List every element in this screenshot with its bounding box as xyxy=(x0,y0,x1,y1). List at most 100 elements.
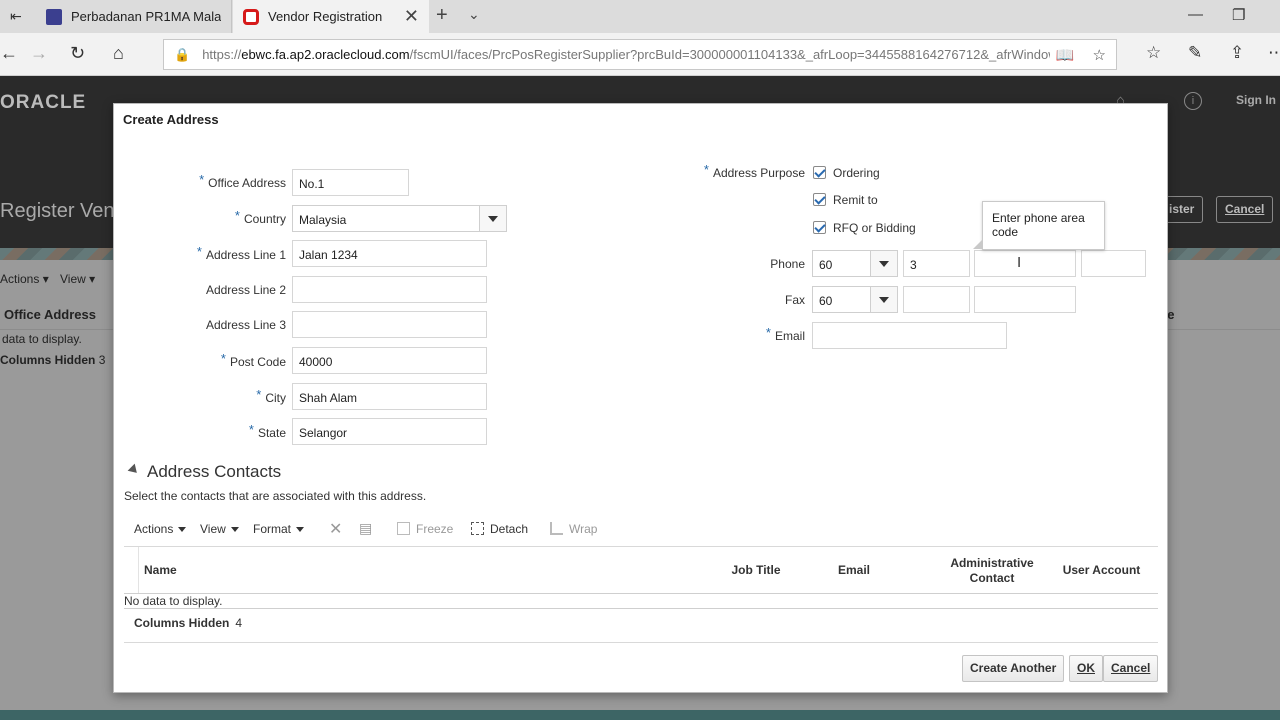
col-user-account[interactable]: User Account xyxy=(1054,563,1149,578)
edit-icon[interactable]: ▤ xyxy=(359,520,372,537)
ordering-checkbox[interactable] xyxy=(813,166,826,179)
dialog-title: Create Address xyxy=(123,112,219,127)
delete-icon[interactable]: ✕ xyxy=(329,519,342,539)
table-bottom-border xyxy=(124,642,1158,643)
office-address-label: * Office Address xyxy=(199,172,286,190)
email-label: * Email xyxy=(765,325,805,343)
minimize-icon[interactable]: — xyxy=(1188,6,1203,23)
rfq-bidding-label: RFQ or Bidding xyxy=(833,221,916,235)
phone-number-input[interactable] xyxy=(974,250,1076,277)
dropdown-arrow-icon[interactable] xyxy=(870,287,897,312)
collapse-triangle-icon[interactable] xyxy=(127,463,141,477)
columns-hidden: Columns Hidden 4 xyxy=(134,616,243,630)
state-label: * State xyxy=(248,422,286,440)
fax-country-code-select[interactable]: 60 xyxy=(812,286,898,313)
favorite-star-icon[interactable]: ☆ xyxy=(1093,47,1106,64)
info-icon[interactable]: i xyxy=(1184,92,1202,110)
phone-area-code-tooltip: Enter phone area code xyxy=(973,201,1105,250)
rfq-bidding-checkbox[interactable] xyxy=(813,221,826,234)
address-line2-input[interactable] xyxy=(292,276,487,303)
wrap-icon xyxy=(550,522,563,535)
create-address-dialog: Create Address * Office Address No.1 * Cou… xyxy=(113,103,1168,693)
address-contacts-description: Select the contacts that are associated … xyxy=(124,489,427,503)
country-select[interactable]: Malaysia xyxy=(292,205,507,232)
contacts-table-header: Name Job Title Email Administrative Cont… xyxy=(124,547,1158,594)
remit-to-checkbox[interactable] xyxy=(813,193,826,206)
wrap-button[interactable]: Wrap xyxy=(550,522,597,536)
close-tab-icon[interactable]: ✕ xyxy=(404,6,419,27)
city-input[interactable]: Shah Alam xyxy=(292,383,487,410)
address-line1-input[interactable]: Jalan 1234 xyxy=(292,240,487,267)
phone-country-code-select[interactable]: 60 xyxy=(812,250,898,277)
freeze-icon xyxy=(397,522,410,535)
tab-actions-icon[interactable]: ⇤ xyxy=(10,8,30,24)
url-actions: 📖 ☆ xyxy=(1049,46,1106,64)
app-footer xyxy=(0,710,1280,720)
reading-view-icon[interactable]: 📖 xyxy=(1056,47,1075,64)
page-title: Register Vend xyxy=(0,200,126,222)
bg-no-data: data to display. xyxy=(2,332,82,346)
url-field[interactable]: 🔒 https://ebwc.fa.ap2.oraclecloud.com/fs… xyxy=(163,39,1117,70)
col-job-title[interactable]: Job Title xyxy=(716,563,796,578)
sign-in-link[interactable]: Sign In xyxy=(1236,93,1276,107)
fax-area-code-input[interactable] xyxy=(903,286,970,313)
browser-tab-vendor-registration[interactable]: Vendor Registration ✕ xyxy=(233,0,429,33)
format-menu[interactable]: Format xyxy=(253,522,305,536)
tab-title: Perbadanan PR1MA Malays xyxy=(71,9,221,24)
favorites-hub-icon[interactable]: ☆ xyxy=(1146,43,1161,63)
chevron-down-icon[interactable]: ⌄ xyxy=(468,6,480,23)
phone-label: Phone xyxy=(770,257,805,271)
actions-menu[interactable]: Actions xyxy=(134,522,187,536)
refresh-icon[interactable]: ↻ xyxy=(70,43,85,64)
address-line3-input[interactable] xyxy=(292,311,487,338)
create-another-button[interactable]: Create Another xyxy=(962,655,1065,682)
cancel-button[interactable]: Cancel xyxy=(1103,655,1159,682)
bg-columns-hidden: Columns Hidden 3 xyxy=(0,353,106,367)
phone-extension-input[interactable] xyxy=(1081,250,1146,277)
dropdown-arrow-icon[interactable] xyxy=(479,206,506,231)
table-divider xyxy=(124,608,1158,609)
col-name[interactable]: Name xyxy=(144,563,177,578)
phone-area-code-input[interactable]: 3 xyxy=(903,250,970,277)
no-data-message: No data to display. xyxy=(124,594,223,608)
detach-button[interactable]: Detach xyxy=(471,522,528,536)
browser-address-bar: ← → ↻ ⌂ 🔒 https://ebwc.fa.ap2.oracleclou… xyxy=(0,33,1280,76)
browser-tab-prima[interactable]: Perbadanan PR1MA Malays xyxy=(36,0,232,33)
fax-number-input[interactable] xyxy=(974,286,1076,313)
post-code-input[interactable]: 40000 xyxy=(292,347,487,374)
address-line1-label: * Address Line 1 xyxy=(196,244,286,262)
pen-icon[interactable]: ✎ xyxy=(1188,43,1202,63)
back-icon[interactable]: ← xyxy=(0,43,18,64)
prima-favicon-icon xyxy=(46,8,62,25)
browser-tab-bar: ⇤ Perbadanan PR1MA Malays Vendor Registr… xyxy=(0,0,1280,33)
address-contacts-title: Address Contacts xyxy=(147,462,282,481)
remit-to-label: Remit to xyxy=(833,193,878,207)
tab-title: Vendor Registration xyxy=(268,9,383,24)
office-address-input[interactable]: No.1 xyxy=(292,169,409,196)
ordering-label: Ordering xyxy=(833,166,880,180)
state-input[interactable]: Selangor xyxy=(292,418,487,445)
bg-view-menu[interactable]: View ▾ xyxy=(60,272,95,286)
col-administrative-contact[interactable]: Administrative Contact xyxy=(942,556,1042,586)
forward-icon[interactable]: → xyxy=(30,43,48,64)
new-tab-icon[interactable]: + xyxy=(436,4,448,27)
bg-col-office-address: Office Address xyxy=(4,307,96,322)
address-line3-label: Address Line 3 xyxy=(205,318,286,332)
bg-actions-menu[interactable]: Actions ▾ xyxy=(0,272,49,286)
oracle-favicon-icon xyxy=(243,8,259,25)
more-icon[interactable]: ⋯ xyxy=(1268,43,1280,63)
address-purpose-label: * Address Purpose xyxy=(703,162,805,180)
col-email[interactable]: Email xyxy=(824,563,884,578)
view-menu[interactable]: View xyxy=(200,522,239,536)
restore-icon[interactable]: ❐ xyxy=(1232,6,1245,24)
fax-label: Fax xyxy=(784,293,805,307)
city-label: * City xyxy=(256,387,286,405)
page-cancel-button[interactable]: Cancel xyxy=(1216,196,1274,223)
oracle-logo: ORACLE xyxy=(0,92,87,113)
dropdown-arrow-icon[interactable] xyxy=(870,251,897,276)
share-icon[interactable]: ⇪ xyxy=(1230,43,1244,63)
ok-button[interactable]: OK xyxy=(1069,655,1103,682)
freeze-button[interactable]: Freeze xyxy=(397,522,453,536)
home-icon[interactable]: ⌂ xyxy=(113,43,124,64)
email-input[interactable] xyxy=(812,322,1007,349)
